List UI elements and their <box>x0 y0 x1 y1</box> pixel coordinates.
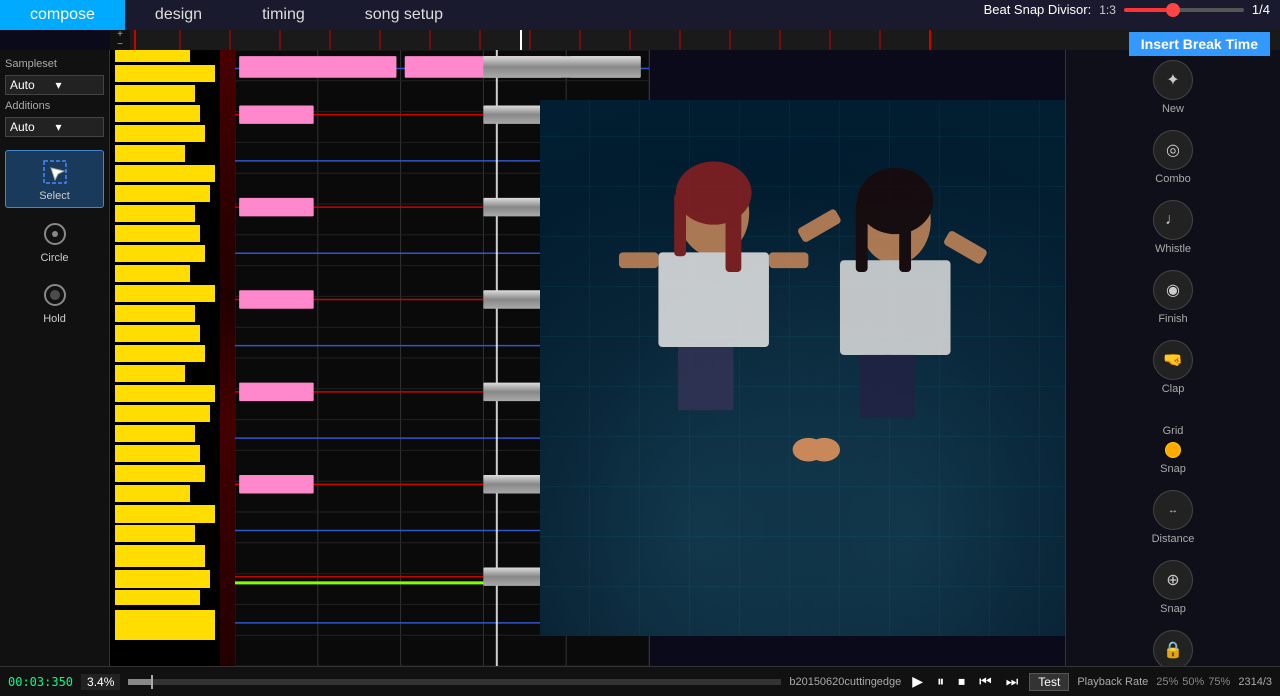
new-icon: ✦ <box>1153 60 1193 100</box>
whistle-icon: ♩ <box>1153 200 1193 240</box>
additions-value: Auto <box>10 120 54 134</box>
test-button[interactable]: Test <box>1029 673 1069 691</box>
tab-song-setup[interactable]: song setup <box>335 0 473 30</box>
snap-section-label: Snap <box>1160 463 1186 475</box>
progress-indicator <box>151 675 153 689</box>
additions-label: Additions <box>5 100 104 112</box>
song-name: b20150620cuttingedge <box>789 676 901 688</box>
progress-bar[interactable] <box>128 679 781 685</box>
rate-75[interactable]: 75% <box>1208 676 1230 688</box>
timeline-svg <box>130 30 1280 50</box>
snap-divisor-slider[interactable] <box>1124 8 1244 12</box>
clap-label: Clap <box>1162 383 1185 395</box>
additions-chevron: ▾ <box>56 120 100 134</box>
circle-label: Circle <box>40 252 68 264</box>
timeline-ticks: + − <box>110 30 1280 50</box>
beat-snap-area: Beat Snap Divisor: 1:3 1/4 <box>984 2 1270 17</box>
finish-label: Finish <box>1158 313 1187 325</box>
hold-tool[interactable]: Hold <box>5 274 104 330</box>
progress-fill <box>128 679 150 685</box>
whistle-tool[interactable]: ♩ Whistle <box>1153 200 1193 255</box>
snap2-icon: ⊕ <box>1153 560 1193 600</box>
rate-25[interactable]: 25% <box>1156 676 1178 688</box>
right-panel: ✦ New ◎ Combo ♩ Whistle ◉ Finish 🤜 Clap … <box>1065 50 1280 666</box>
sampleset-value: Auto <box>10 78 54 92</box>
distance-label: Distance <box>1152 533 1195 545</box>
distance-icon: ↔ <box>1153 490 1193 530</box>
tab-design[interactable]: design <box>125 0 232 30</box>
finish-icon: ◉ <box>1153 270 1193 310</box>
percent-display: 3.4% <box>81 674 120 690</box>
background-image <box>540 100 1065 636</box>
grid-left-bar <box>220 50 235 666</box>
character-silhouettes <box>540 100 1065 636</box>
playback-rate-label: Playback Rate <box>1077 676 1148 688</box>
clap-tool[interactable]: 🤜 Clap <box>1153 340 1193 395</box>
top-nav: compose design timing song setup Beat Sn… <box>0 0 1280 30</box>
grid-icon[interactable] <box>1165 442 1181 458</box>
stop-button[interactable]: ⏹ <box>955 671 968 692</box>
grid-section: Grid Snap <box>1071 425 1275 475</box>
rate-50[interactable]: 50% <box>1182 676 1204 688</box>
combo-tool[interactable]: ◎ Combo <box>1153 130 1193 185</box>
timeline-zoom-out[interactable]: − <box>117 40 123 50</box>
sampleset-label: Sampleset <box>5 58 104 70</box>
additions-dropdown[interactable]: Auto ▾ <box>5 117 104 137</box>
snap2-label: Snap <box>1160 603 1186 615</box>
waveform-svg <box>110 50 220 640</box>
page-indicator: 2314/3 <box>1238 676 1272 688</box>
combo-label: Combo <box>1155 173 1190 185</box>
beat-snap-ratio: 1:3 <box>1099 3 1116 17</box>
clap-icon: 🤜 <box>1153 340 1193 380</box>
snap-value: 1/4 <box>1252 2 1270 17</box>
lock-tool[interactable]: 🔒 Lock <box>1153 630 1193 666</box>
pause-button[interactable]: ⏸ <box>934 671 947 692</box>
new-tool[interactable]: ✦ New <box>1153 60 1193 115</box>
bottom-bar: 00:03:350 3.4% b20150620cuttingedge ▶ ⏸ … <box>0 666 1280 696</box>
select-icon <box>39 156 71 188</box>
waveform-panel <box>110 50 220 640</box>
select-label: Select <box>39 190 70 202</box>
grid-section-label: Grid <box>1163 425 1184 437</box>
beat-snap-label: Beat Snap Divisor: <box>984 2 1092 17</box>
whistle-label: Whistle <box>1155 243 1191 255</box>
finish-tool[interactable]: ◉ Finish <box>1153 270 1193 325</box>
select-tool[interactable]: Select <box>5 150 104 208</box>
insert-break-button[interactable]: Insert Break Time <box>1129 32 1270 56</box>
combo-icon: ◎ <box>1153 130 1193 170</box>
hold-icon <box>39 279 71 311</box>
hold-label: Hold <box>43 313 66 325</box>
snap-slider-container <box>1124 8 1244 12</box>
sampleset-dropdown[interactable]: Auto ▾ <box>5 75 104 95</box>
time-display: 00:03:350 <box>8 675 73 689</box>
sampleset-chevron: ▾ <box>56 78 100 92</box>
lock-icon: 🔒 <box>1153 630 1193 666</box>
new-label: New <box>1162 103 1184 115</box>
circle-tool[interactable]: Circle <box>5 213 104 269</box>
tab-compose[interactable]: compose <box>0 0 125 30</box>
next-button[interactable]: ⏭ <box>1003 671 1022 692</box>
tab-timing[interactable]: timing <box>232 0 335 30</box>
left-panel: Sampleset Auto ▾ Additions Auto ▾ Select <box>0 50 110 666</box>
snap2-tool[interactable]: ⊕ Snap <box>1153 560 1193 615</box>
playback-rates: 25% 50% 75% <box>1156 676 1230 688</box>
play-button[interactable]: ▶ <box>909 671 926 692</box>
prev-button[interactable]: ⏮ <box>976 671 995 692</box>
circle-icon <box>39 218 71 250</box>
distance-tool[interactable]: ↔ Distance <box>1152 490 1195 545</box>
